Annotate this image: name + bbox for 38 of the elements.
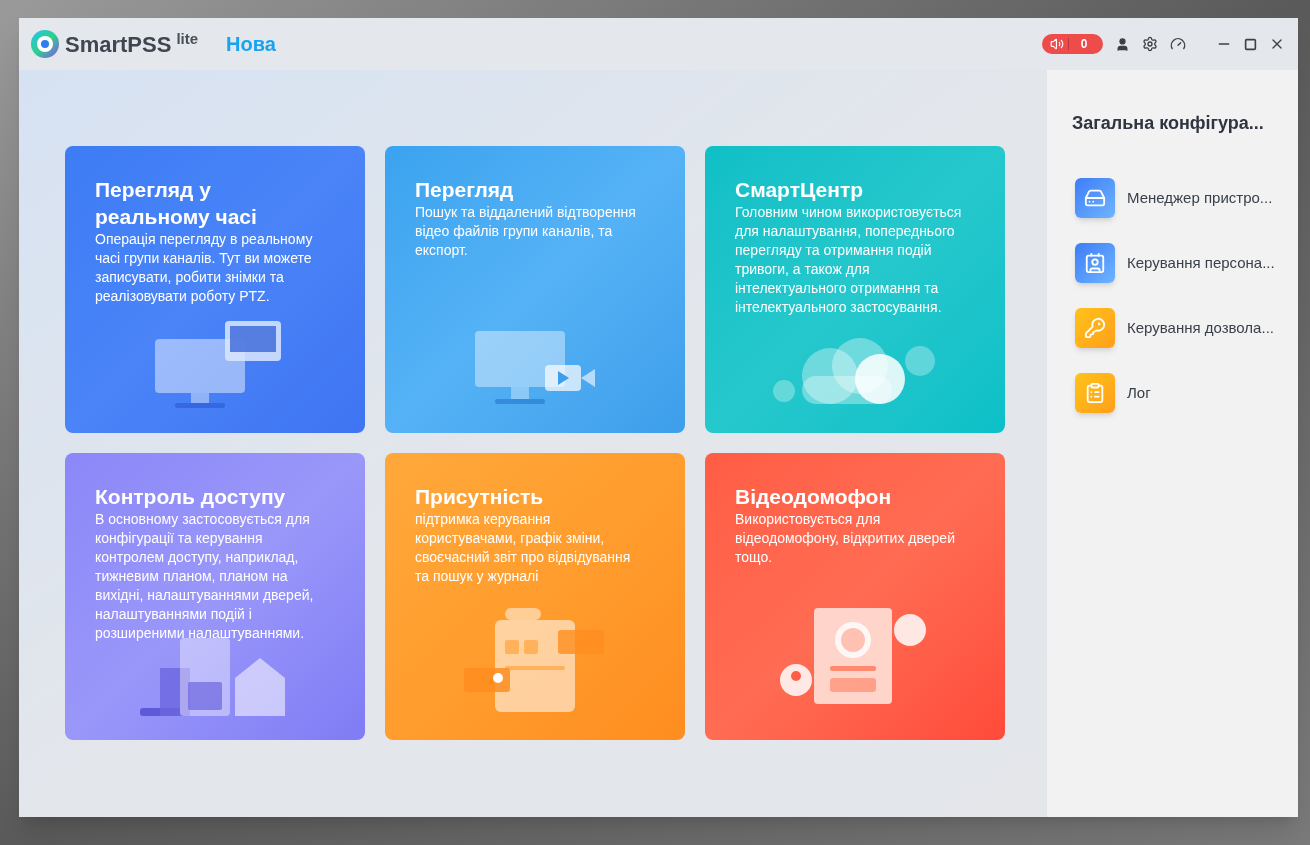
- app-logo-icon: [30, 29, 60, 59]
- module-card[interactable]: Перегляд Пошук та віддалений відтворення відео файлів групи каналів, та експорт.: [385, 146, 685, 433]
- card-description: Головним чином використовується для налаштування, попереднього перегляду та отримання подій тривоги, а також для інтелектуального отримання та інтелектуального застосування.: [735, 203, 963, 317]
- card-title: Відеодомофон: [735, 484, 893, 510]
- sidebar-item[interactable]: Лог: [1075, 373, 1298, 413]
- sidebar-item[interactable]: Менеджер пристро...: [1075, 178, 1298, 218]
- maximize-icon[interactable]: [1244, 37, 1257, 51]
- alarm-count: 0: [1079, 36, 1089, 53]
- card-description: підтримка керування користувачами, графік зміни, своєчасний звіт про відвідування та пошук у журналі: [415, 510, 632, 586]
- card-description: Операція перегляду в реальному часі групи каналів. Тут ви можете записувати, робити знімки та реалізовувати роботу PTZ.: [95, 230, 314, 306]
- module-card[interactable]: Перегляд у реальному часі Операція перегляду в реальному часі групи каналів. Тут ви можете записувати, робити знімки та реалізовувати роботу PTZ.: [65, 146, 365, 433]
- contact-card-icon: [1075, 243, 1115, 283]
- card-title: Перегляд у реальному часі: [95, 177, 258, 230]
- card-title: Перегляд: [415, 177, 515, 203]
- sidebar-item[interactable]: Керування персона...: [1075, 243, 1298, 283]
- module-card[interactable]: СмартЦентр Головним чином використовується для налаштування, попереднього перегляду та отримання подій тривоги, а також для інтелектуального отримання та інтелектуального застосування.: [705, 146, 1005, 433]
- card-title: Присутність: [415, 484, 545, 510]
- module-card[interactable]: [65, 453, 365, 740]
- key-icon: [1075, 308, 1115, 348]
- card-title: Контроль доступу: [95, 484, 287, 510]
- tab[interactable]: Нова: [226, 29, 276, 59]
- hard-drive-icon: [1075, 178, 1115, 218]
- sidebar-item[interactable]: Керування дозвола...: [1075, 308, 1298, 348]
- module-card[interactable]: Відеодомофон Використовується для відеодомофону, відкритих дверей тощо.: [705, 453, 1005, 740]
- settings-icon[interactable]: [1142, 36, 1158, 52]
- app-edition: lite: [176, 29, 199, 49]
- speaker-icon: [1050, 37, 1064, 51]
- app-name: SmartPSS: [65, 30, 172, 59]
- alarm-counter[interactable]: 0: [1042, 34, 1103, 54]
- card-description: Пошук та віддалений відтворення відео файлів групи каналів, та експорт.: [415, 203, 637, 260]
- card-title: СмартЦентр: [735, 177, 864, 203]
- module-card[interactable]: Присутність підтримка керування користувачами, графік зміни, своєчасний звіт про відвідування та пошук у журналі: [385, 453, 685, 740]
- sidebar-title: Загальна конфігура...: [1071, 112, 1265, 135]
- user-icon[interactable]: [1115, 36, 1130, 52]
- gauge-icon[interactable]: [1170, 36, 1186, 52]
- card-description: Використовується для відеодомофону, відкритих дверей тощо.: [735, 510, 956, 567]
- card-description: В основному застосовується для конфігурації та керування контролем доступу, наприклад, тижневим планом, планом на вихідні, налаштуваннями дверей, налаштуваннями подій і розширеними налаштуваннями.: [95, 510, 315, 643]
- clipboard-icon: [1075, 373, 1115, 413]
